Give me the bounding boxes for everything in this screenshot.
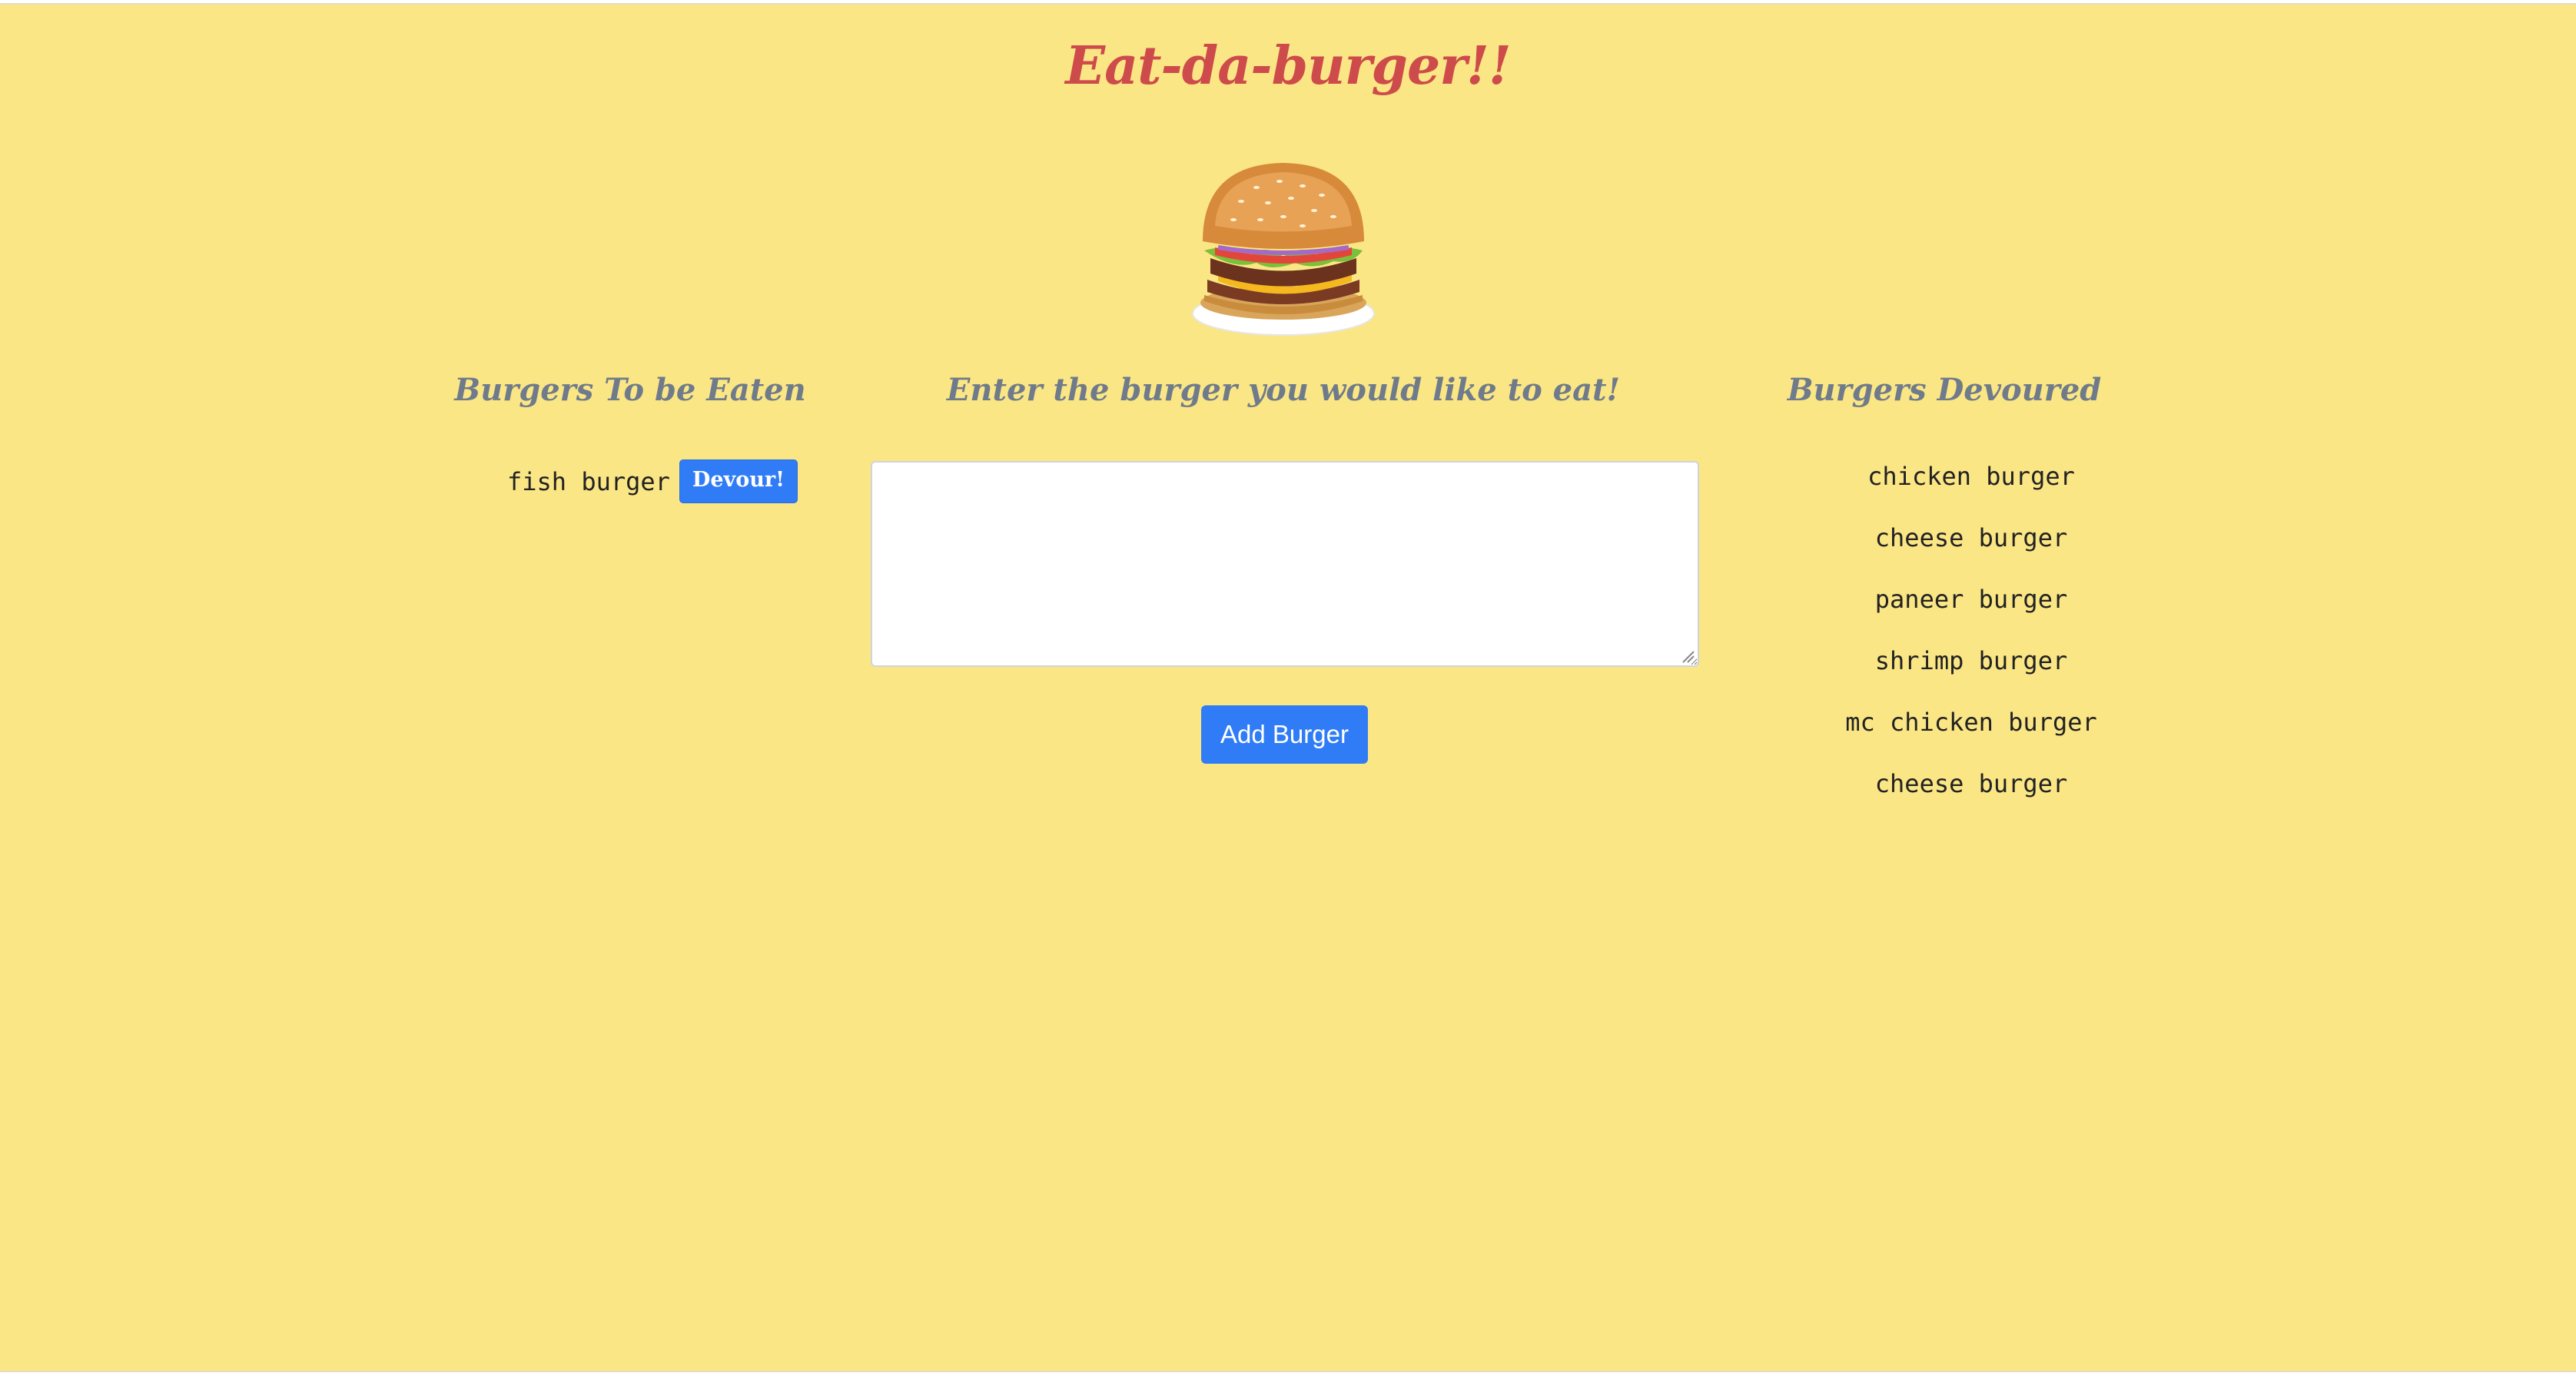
burger-input[interactable]	[871, 461, 1699, 667]
burger-name: fish burger	[507, 466, 670, 496]
list-item: shrimp burger	[1874, 646, 2068, 675]
add-burger-button[interactable]: Add Burger	[1201, 705, 1368, 764]
list-item: cheese burger	[1874, 769, 2068, 798]
list-item: fish burger Devour!	[507, 459, 798, 503]
resize-handle-icon[interactable]	[1680, 648, 1695, 664]
enter-burger-heading: Enter the burger you would like to eat!	[946, 372, 1621, 408]
page: Eat-da-burger!! Burgers To be Eaten Ente…	[0, 3, 2576, 1372]
page-title: Eat-da-burger!!	[1065, 35, 1512, 97]
devoured-heading: Burgers Devoured	[1787, 372, 2102, 408]
devour-button[interactable]: Devour!	[679, 459, 798, 503]
list-item: chicken burger	[1867, 462, 2075, 491]
list-item: paneer burger	[1874, 585, 2068, 614]
list-item: cheese burger	[1874, 523, 2068, 552]
to-eat-heading: Burgers To be Eaten	[454, 372, 806, 408]
list-item: mc chicken burger	[1845, 708, 2097, 737]
burger-icon	[1192, 163, 1375, 336]
devoured-list: chicken burger cheese burger paneer burg…	[1744, 458, 2198, 827]
